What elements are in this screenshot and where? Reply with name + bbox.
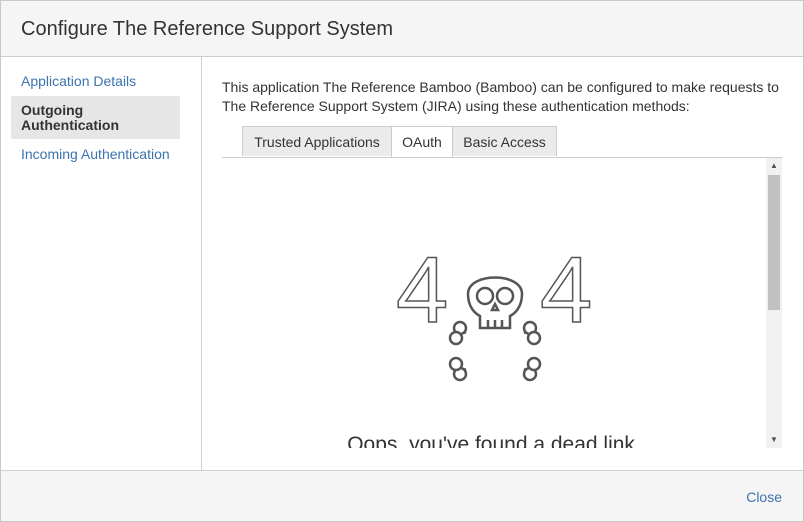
error-digit-left: 4 bbox=[396, 246, 448, 342]
close-button[interactable]: Close bbox=[746, 489, 782, 505]
dialog-footer: Close bbox=[1, 470, 803, 521]
scroll-thumb[interactable] bbox=[768, 175, 780, 310]
main-panel: This application The Reference Bamboo (B… bbox=[202, 57, 803, 470]
skull-crossbones-icon bbox=[448, 276, 542, 382]
frame-scrollbar[interactable]: ▲ ▼ bbox=[766, 158, 782, 448]
error-digit-right: 4 bbox=[540, 246, 592, 342]
dialog-title: Configure The Reference Support System bbox=[21, 18, 394, 40]
dialog-header: Configure The Reference Support System bbox=[1, 1, 803, 57]
scroll-up-arrow-icon[interactable]: ▲ bbox=[766, 158, 782, 174]
sidebar-item-incoming-authentication[interactable]: Incoming Authentication bbox=[21, 146, 170, 162]
error-404-illustration: 4 4 bbox=[395, 246, 593, 382]
frame-content: 4 4 Oops, you've found a dead link. bbox=[222, 158, 766, 448]
sidebar-item-outgoing-authentication[interactable]: Outgoing Authentication bbox=[11, 96, 180, 139]
sidebar-nav: Application Details Outgoing Authenticat… bbox=[1, 57, 202, 470]
auth-tabs: Trusted Applications OAuth Basic Access bbox=[222, 126, 782, 158]
configure-dialog: Configure The Reference Support System A… bbox=[0, 0, 804, 522]
tab-content-frame: 4 4 Oops, you've found a dead link. ▲ ▼ bbox=[222, 158, 782, 448]
tab-oauth[interactable]: OAuth bbox=[391, 126, 453, 157]
tab-basic-access[interactable]: Basic Access bbox=[452, 126, 557, 156]
dead-link-message: Oops, you've found a dead link. bbox=[347, 433, 641, 448]
tab-trusted-applications[interactable]: Trusted Applications bbox=[242, 126, 392, 156]
sidebar-item-label-line1: Outgoing bbox=[21, 102, 84, 118]
sidebar-item-label-line2: Authentication bbox=[21, 117, 119, 133]
sidebar-item-application-details[interactable]: Application Details bbox=[21, 73, 136, 89]
intro-text: This application The Reference Bamboo (B… bbox=[222, 79, 779, 114]
scroll-down-arrow-icon[interactable]: ▼ bbox=[766, 432, 782, 448]
